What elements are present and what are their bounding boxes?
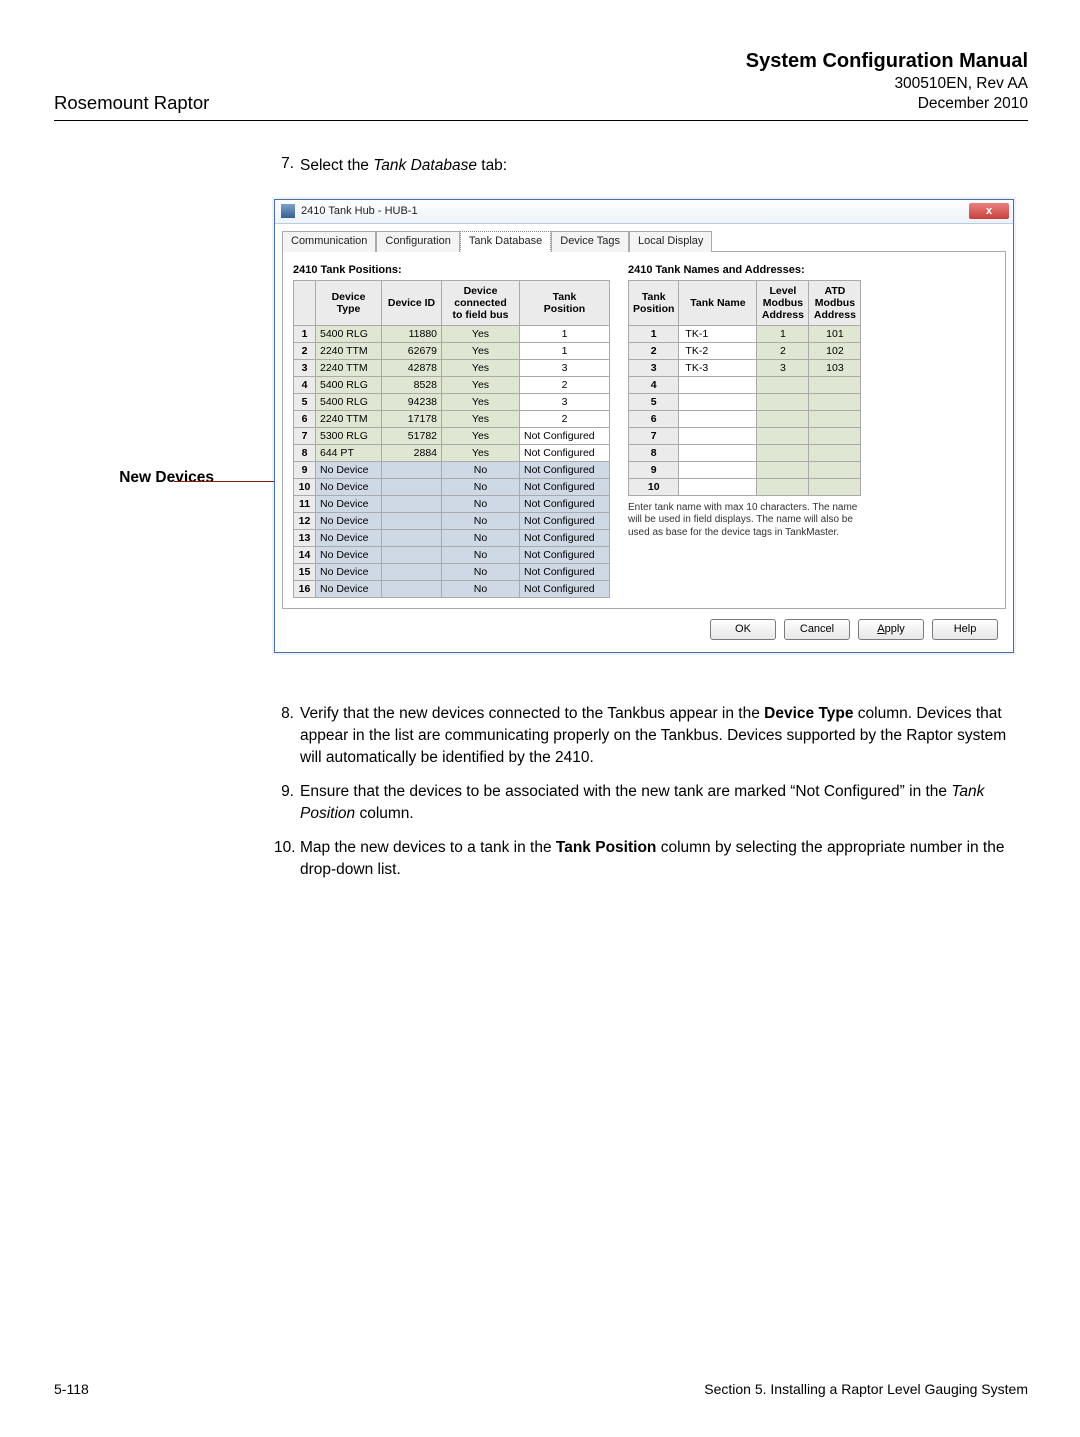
- close-button[interactable]: x: [969, 203, 1009, 219]
- tab-tank-database[interactable]: Tank Database: [460, 231, 551, 252]
- header-date: December 2010: [746, 94, 1028, 114]
- close-icon: x: [986, 205, 992, 217]
- tab-pane: 2410 Tank Positions: Device Type Device …: [282, 251, 1006, 609]
- table-row[interactable]: 12No DeviceNoNot Configured: [294, 512, 610, 529]
- table-row[interactable]: 14No DeviceNoNot Configured: [294, 546, 610, 563]
- table-row[interactable]: 55400 RLG94238Yes3: [294, 393, 610, 410]
- help-text: Enter tank name with max 10 characters. …: [628, 502, 858, 540]
- footer-left: 5-118: [54, 1381, 89, 1397]
- header-right: System Configuration Manual 300510EN, Re…: [746, 48, 1028, 114]
- page-footer: 5-118 Section 5. Installing a Raptor Lev…: [54, 1381, 1028, 1397]
- table-row[interactable]: 45400 RLG8528Yes2: [294, 376, 610, 393]
- left-section-title: 2410 Tank Positions:: [293, 264, 610, 276]
- titlebar[interactable]: 2410 Tank Hub - HUB-1 x: [275, 200, 1013, 224]
- step-7-num: 7.: [274, 155, 300, 177]
- table-row[interactable]: 8: [629, 444, 861, 461]
- table-row[interactable]: 15400 RLG11880Yes1: [294, 325, 610, 342]
- table-row[interactable]: 16No DeviceNoNot Configured: [294, 580, 610, 597]
- step-7-after: tab:: [477, 157, 507, 174]
- table-row[interactable]: 15No DeviceNoNot Configured: [294, 563, 610, 580]
- step-9: 9. Ensure that the devices to be associa…: [274, 781, 1028, 825]
- table-row[interactable]: 9: [629, 461, 861, 478]
- table-row[interactable]: 8644 PT2884YesNot Configured: [294, 444, 610, 461]
- table-row[interactable]: 1TK-11101: [629, 325, 861, 342]
- step-10: 10. Map the new devices to a tank in the…: [274, 837, 1028, 881]
- table-row[interactable]: 4: [629, 376, 861, 393]
- col-device-id: Device ID: [382, 280, 442, 325]
- step-7-italic: Tank Database: [373, 157, 477, 174]
- table-row[interactable]: 2TK-22102: [629, 342, 861, 359]
- window-icon: [281, 204, 295, 218]
- page-header: Rosemount Raptor System Configuration Ma…: [54, 48, 1028, 121]
- step-10-num: 10.: [274, 837, 300, 881]
- step-7-before: Select the: [300, 157, 373, 174]
- table-row[interactable]: 22240 TTM62679Yes1: [294, 342, 610, 359]
- table-row[interactable]: 5: [629, 393, 861, 410]
- tab-strip: Communication Configuration Tank Databas…: [282, 230, 1006, 251]
- col-device-type: Device Type: [316, 280, 382, 325]
- col-tank-position: Tank Position: [629, 280, 679, 325]
- table-row[interactable]: 62240 TTM17178Yes2: [294, 410, 610, 427]
- help-button[interactable]: Help: [932, 619, 998, 640]
- step-8: 8. Verify that the new devices connected…: [274, 703, 1028, 769]
- cancel-button[interactable]: Cancel: [784, 619, 850, 640]
- table-row[interactable]: 11No DeviceNoNot Configured: [294, 495, 610, 512]
- col-atd-modbus: ATD Modbus Address: [809, 280, 861, 325]
- diagram: New Devices 2410 Tank Hub - HUB-1 x Comm…: [64, 199, 1028, 653]
- step-7-text: Select the Tank Database tab:: [300, 155, 1028, 177]
- table-row[interactable]: 3TK-33103: [629, 359, 861, 376]
- window-title: 2410 Tank Hub - HUB-1: [301, 205, 418, 217]
- step-9-num: 9.: [274, 781, 300, 825]
- table-row[interactable]: 10No DeviceNoNot Configured: [294, 478, 610, 495]
- footer-right: Section 5. Installing a Raptor Level Gau…: [704, 1381, 1028, 1397]
- table-row[interactable]: 6: [629, 410, 861, 427]
- step-7: 7. Select the Tank Database tab:: [274, 155, 1028, 177]
- header-docno: 300510EN, Rev AA: [746, 74, 1028, 94]
- ok-button[interactable]: OK: [710, 619, 776, 640]
- table-row[interactable]: 32240 TTM42878Yes3: [294, 359, 610, 376]
- button-row: OK Cancel Apply Help: [282, 609, 1006, 644]
- tab-local-display[interactable]: Local Display: [629, 231, 712, 252]
- dialog-window: 2410 Tank Hub - HUB-1 x Communication Co…: [274, 199, 1014, 653]
- table-row[interactable]: 75300 RLG51782YesNot Configured: [294, 427, 610, 444]
- tab-communication[interactable]: Communication: [282, 231, 376, 252]
- step-8-num: 8.: [274, 703, 300, 769]
- tab-configuration[interactable]: Configuration: [376, 231, 459, 252]
- table-row[interactable]: 9No DeviceNoNot Configured: [294, 461, 610, 478]
- tank-positions-table: Device Type Device ID Device connected t…: [293, 280, 610, 598]
- header-left: Rosemount Raptor: [54, 92, 209, 114]
- col-level-modbus: Level Modbus Address: [757, 280, 809, 325]
- table-row[interactable]: 13No DeviceNoNot Configured: [294, 529, 610, 546]
- body-text: 8. Verify that the new devices connected…: [274, 703, 1028, 881]
- right-section-title: 2410 Tank Names and Addresses:: [628, 264, 861, 276]
- new-devices-label: New Devices: [64, 469, 214, 487]
- col-position: Tank Position: [520, 280, 610, 325]
- col-tank-name: Tank Name: [679, 280, 757, 325]
- col-connected: Device connected to field bus: [442, 280, 520, 325]
- table-row[interactable]: 7: [629, 427, 861, 444]
- header-title: System Configuration Manual: [746, 48, 1028, 74]
- apply-button[interactable]: Apply: [858, 619, 924, 640]
- table-row[interactable]: 10: [629, 478, 861, 495]
- tab-device-tags[interactable]: Device Tags: [551, 231, 629, 252]
- tank-names-table: Tank Position Tank Name Level Modbus Add…: [628, 280, 861, 496]
